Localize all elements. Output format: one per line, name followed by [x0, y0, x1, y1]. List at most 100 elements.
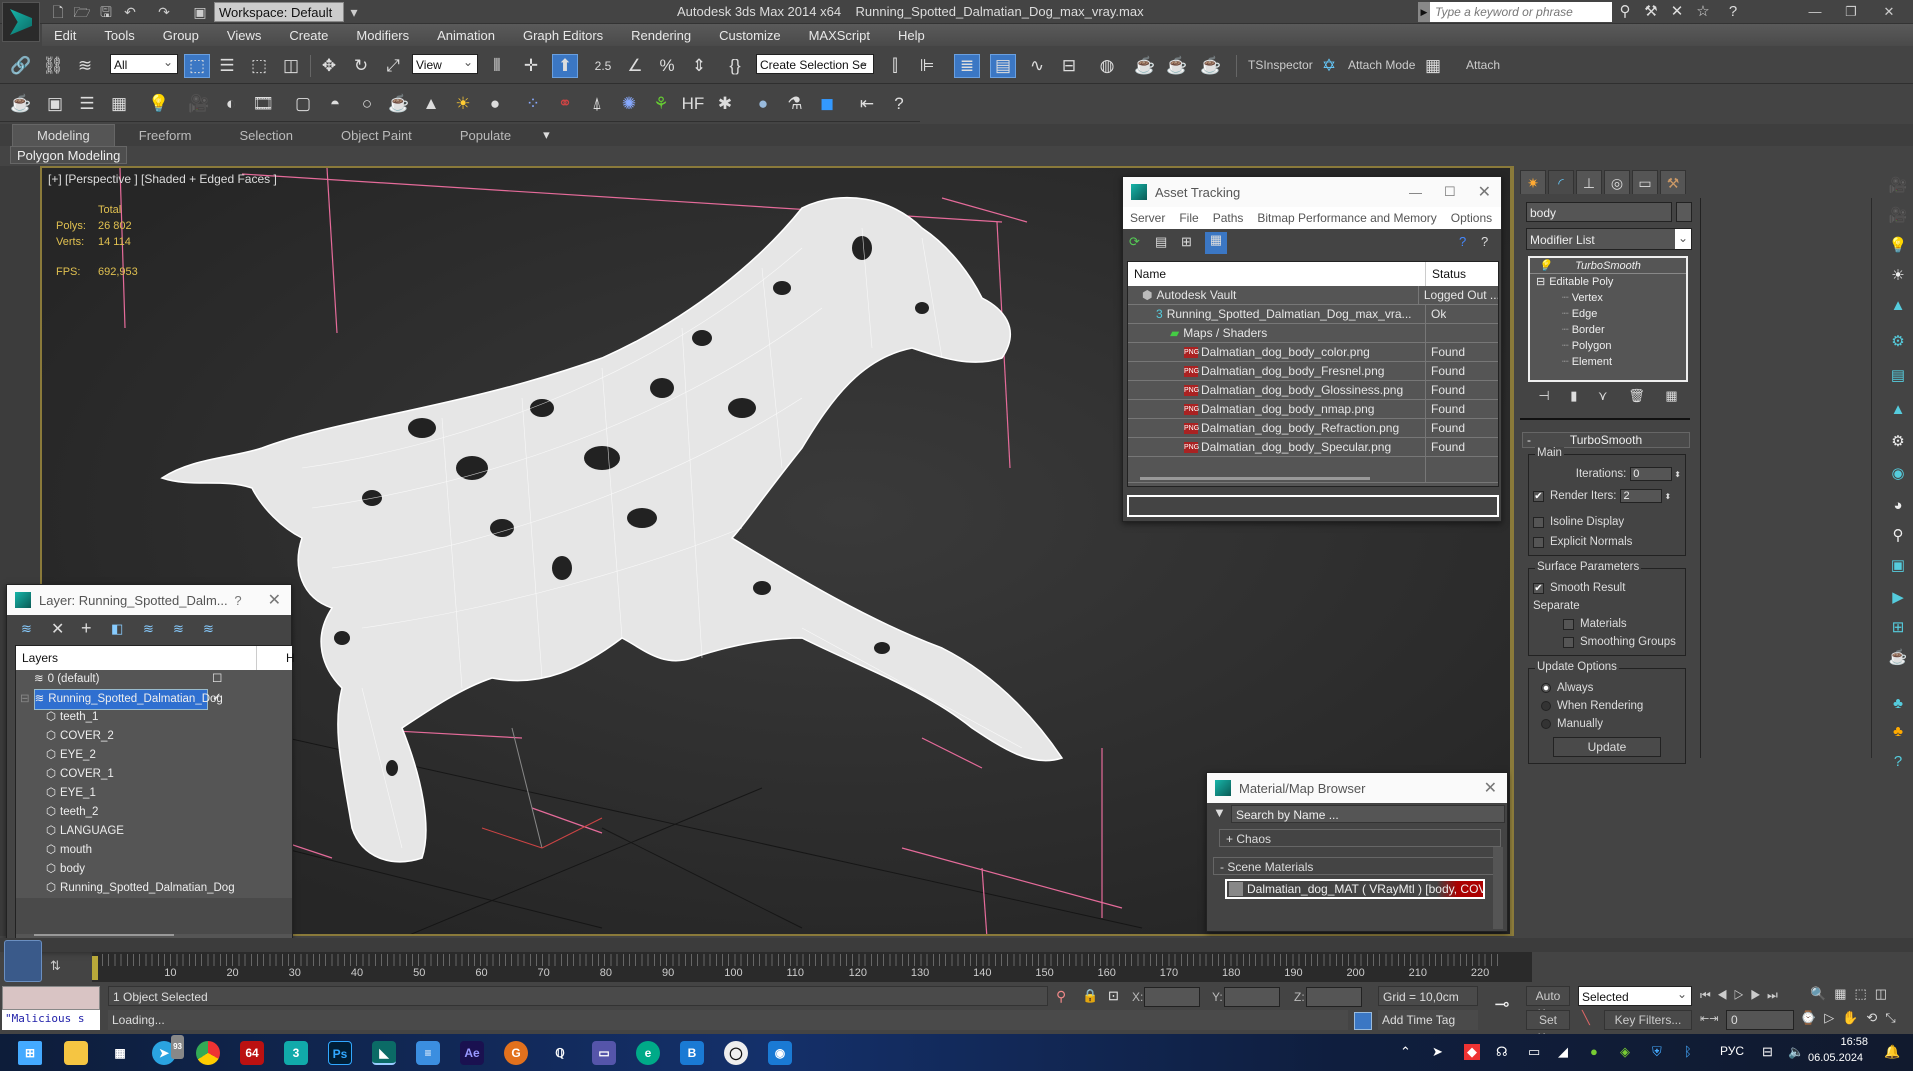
- close-button[interactable]: ✕: [1874, 3, 1904, 21]
- object-row[interactable]: ⬡ teeth_2: [16, 803, 292, 822]
- subscription-icon[interactable]: ⚒: [1640, 3, 1662, 21]
- go-to-end-icon[interactable]: ⏭: [1767, 988, 1784, 1002]
- light-bulb-icon[interactable]: 💡: [1888, 236, 1908, 256]
- help-circle-icon[interactable]: ?: [886, 92, 912, 116]
- tray-defender-icon[interactable]: ⛨: [1652, 1044, 1662, 1060]
- render-iters-checkbox[interactable]: ✔: [1533, 490, 1544, 502]
- forest-swap-icon[interactable]: ♣: [1888, 722, 1908, 742]
- menu-edit[interactable]: Edit: [42, 28, 90, 43]
- set-key-mode-icon[interactable]: ⊸: [1484, 994, 1520, 1020]
- help-button[interactable]: ?: [234, 593, 241, 608]
- menu-rendering[interactable]: Rendering: [617, 28, 705, 43]
- menu-server[interactable]: Server: [1123, 211, 1172, 225]
- maximize-icon[interactable]: ☐: [1444, 184, 1456, 200]
- play-icon[interactable]: ▷: [1734, 988, 1751, 1002]
- freeze-layer-icon[interactable]: ≋: [203, 621, 214, 637]
- new-file-icon[interactable]: 🗋: [48, 3, 68, 21]
- material-sphere-icon[interactable]: ●: [750, 92, 776, 116]
- attach-button[interactable]: Attach: [1466, 58, 1500, 72]
- save-disk-icon[interactable]: ▭: [592, 1041, 616, 1065]
- track-bar[interactable]: 10 20 30 40 50 60 70 80 90 100 110 120 130 140 150 160 1…: [92, 952, 1532, 982]
- file-explorer-icon[interactable]: [64, 1041, 88, 1065]
- y-coordinate-field[interactable]: [1224, 987, 1280, 1007]
- time-tag-icon[interactable]: [1354, 1012, 1372, 1030]
- physical-camera-icon[interactable]: ◐: [218, 92, 244, 116]
- materials-checkbox[interactable]: [1563, 618, 1574, 630]
- layer-manager-icon[interactable]: ≣: [954, 54, 980, 78]
- menu-create[interactable]: Create: [275, 28, 342, 43]
- ribbon-tab-populate[interactable]: Populate: [436, 125, 535, 146]
- object-row[interactable]: ⬡ body: [16, 860, 292, 879]
- help-icon[interactable]: ?: [1459, 234, 1466, 249]
- language-indicator[interactable]: РУС: [1720, 1044, 1744, 1058]
- time-slider-handle[interactable]: [92, 956, 98, 980]
- light-lister-icon[interactable]: 💡: [146, 92, 172, 116]
- search-input[interactable]: Type a keyword or phrase: [1430, 2, 1612, 22]
- edit-named-selection-icon[interactable]: {}: [722, 54, 748, 78]
- add-to-layer-icon[interactable]: +: [81, 618, 92, 639]
- modifier-on-bulb-icon[interactable]: 💡: [1538, 258, 1552, 274]
- vray-ies-icon[interactable]: ▲: [418, 92, 444, 116]
- spinner-arrows-icon[interactable]: ⬍: [1664, 492, 1671, 501]
- close-icon[interactable]: ✕: [1484, 778, 1497, 798]
- auto-key-button[interactable]: Auto Key: [1526, 986, 1570, 1021]
- edge-icon[interactable]: e: [636, 1041, 660, 1065]
- menu-tools[interactable]: Tools: [90, 28, 148, 43]
- object-row[interactable]: ⬡ COVER_2: [16, 727, 292, 746]
- binoculars-icon[interactable]: ⚲: [1614, 3, 1636, 21]
- rendered-frame-window-icon[interactable]: ☕: [1164, 54, 1190, 78]
- 3dsmax-icon[interactable]: ◣: [372, 1041, 396, 1065]
- tray-volume-icon[interactable]: 🔈: [1788, 1044, 1804, 1060]
- menu-group[interactable]: Group: [149, 28, 213, 43]
- layers-icon[interactable]: ◉: [1888, 464, 1908, 484]
- vray-camera-icon[interactable]: 🎥: [1888, 176, 1908, 196]
- select-layer-icon[interactable]: ≋: [143, 621, 154, 637]
- palette-icon[interactable]: ◕: [1888, 496, 1908, 516]
- ribbon-tab-object-paint[interactable]: Object Paint: [317, 125, 436, 146]
- asset-row[interactable]: PNG Dalmatian_dog_body_Glossiness.png Foun…: [1128, 381, 1498, 400]
- object-row[interactable]: ⬡ LANGUAGE: [16, 822, 292, 841]
- gear-icon[interactable]: ⚙: [1888, 432, 1908, 452]
- select-and-scale-icon[interactable]: ⤢: [380, 54, 406, 78]
- asset-tracking-titlebar[interactable]: Asset Tracking — ☐ ✕: [1123, 177, 1501, 207]
- key-filters-button[interactable]: Key Filters...: [1604, 1010, 1692, 1030]
- select-by-name-icon[interactable]: ☰: [214, 54, 240, 78]
- select-and-move-icon[interactable]: ✥: [316, 54, 342, 78]
- angle-snap-icon[interactable]: ∠: [622, 54, 648, 78]
- clock-date[interactable]: 06.05.2024: [1808, 1052, 1863, 1064]
- horizontal-scrollbar[interactable]: [1140, 477, 1370, 480]
- asset-path-field[interactable]: [1127, 495, 1499, 517]
- modify-tab-icon[interactable]: ◜: [1548, 170, 1574, 194]
- 3dsmax-alt-icon[interactable]: 3: [284, 1041, 308, 1065]
- customize-quick-access-icon[interactable]: ▾: [344, 3, 364, 21]
- tray-utorrent-icon[interactable]: ●: [1590, 1044, 1598, 1059]
- gimp-g-icon[interactable]: G: [504, 1041, 528, 1065]
- list-icon[interactable]: ☰: [74, 92, 100, 116]
- open-file-icon[interactable]: 🗁: [72, 3, 92, 21]
- material-browser-icon[interactable]: ⚗: [782, 92, 808, 116]
- search-by-name-input[interactable]: Search by Name ...: [1231, 805, 1505, 823]
- select-and-link-icon[interactable]: 🔗: [8, 54, 34, 78]
- set-current-layer-box[interactable]: ☐: [212, 670, 222, 689]
- vray-sphere-icon[interactable]: ○: [354, 92, 380, 116]
- teapot-render-icon[interactable]: ☕: [8, 92, 34, 116]
- sun-light-icon[interactable]: ☀: [1888, 266, 1908, 286]
- smoothing-groups-checkbox[interactable]: [1563, 636, 1574, 648]
- camera-icon[interactable]: 🎥: [186, 92, 212, 116]
- zoom-extents-icon[interactable]: ⬚: [1854, 986, 1874, 1001]
- unlink-icon[interactable]: ⛓: [40, 54, 66, 78]
- absolute-mode-icon[interactable]: ⊡: [1108, 988, 1119, 1004]
- vray-molecule-icon[interactable]: ⚭: [552, 92, 578, 116]
- material-item[interactable]: Dalmatian_dog_MAT ( VRayMtl ) [body, COV…: [1225, 879, 1485, 899]
- render-production-icon[interactable]: ☕: [1198, 54, 1224, 78]
- render-iters-spinner[interactable]: 2: [1620, 489, 1663, 503]
- tray-telegram-icon[interactable]: ➤: [1432, 1044, 1443, 1060]
- forest-icon[interactable]: ♣: [1888, 694, 1908, 714]
- current-layer-check-icon[interactable]: ✓: [212, 689, 222, 708]
- group-chaos[interactable]: + Chaos: [1219, 829, 1501, 847]
- zoom-extents-all-icon[interactable]: ◫: [1875, 986, 1895, 1001]
- update-button[interactable]: Update: [1553, 737, 1661, 757]
- menu-options[interactable]: Options: [1444, 211, 1499, 225]
- schematic-view-icon[interactable]: ⊟: [1056, 54, 1082, 78]
- pan-icon[interactable]: ✋: [1842, 1010, 1866, 1025]
